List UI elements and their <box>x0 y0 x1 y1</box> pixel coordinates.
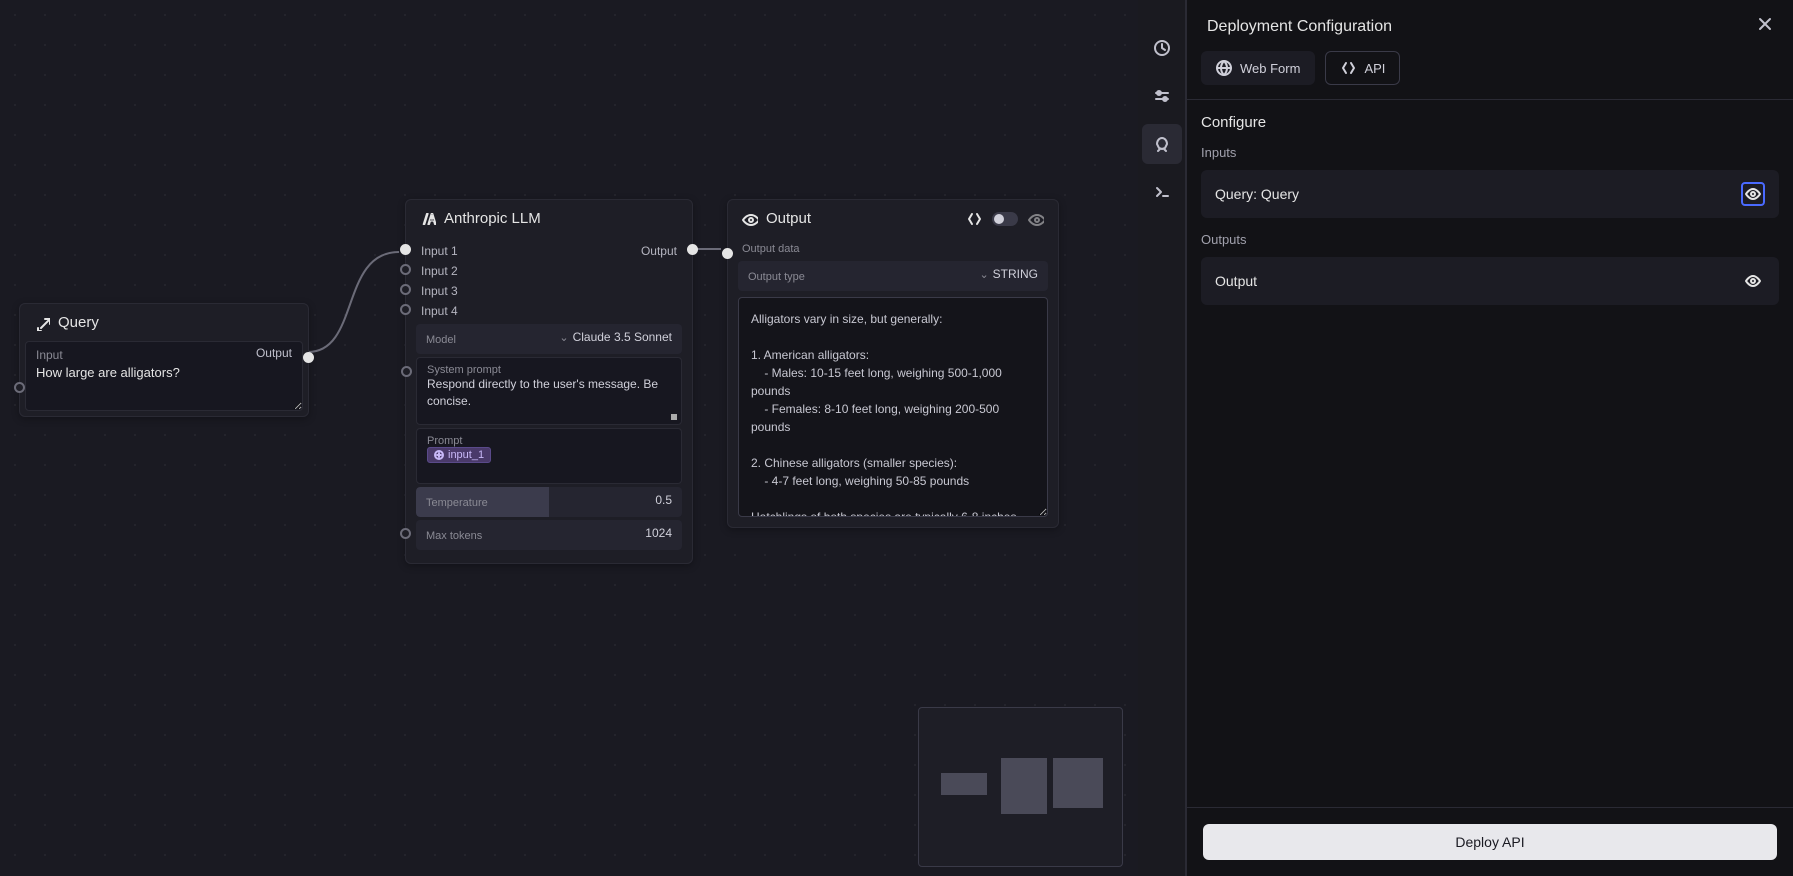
llm-node[interactable]: Anthropic LLM Input 1 Output Input 2 Inpu… <box>405 199 693 564</box>
query-output-port[interactable] <box>303 352 314 363</box>
query-title: Query <box>58 314 99 331</box>
history-button[interactable] <box>1142 28 1182 68</box>
close-icon <box>1757 16 1773 32</box>
temperature-slider[interactable]: Temperature 0.5 <box>416 487 682 517</box>
input-value: How large are alligators? <box>36 365 292 380</box>
model-label: Model <box>426 334 456 346</box>
sliders-icon <box>1154 88 1170 104</box>
sysprompt-value: Respond directly to the user's message. … <box>427 376 671 410</box>
outputs-label: Outputs <box>1187 228 1793 257</box>
minimap[interactable] <box>918 707 1123 867</box>
temp-value: 0.5 <box>655 493 672 507</box>
sysprompt-port[interactable] <box>401 366 412 377</box>
out-type-value: STRING <box>979 267 1038 281</box>
output-text[interactable]: Alligators vary in size, but generally: … <box>738 297 1048 517</box>
out-data-label: Output data <box>742 243 1044 255</box>
query-input-port[interactable] <box>14 382 25 393</box>
deploy-api-button[interactable]: Deploy API <box>1203 824 1777 860</box>
terminal-button[interactable] <box>1142 172 1182 212</box>
settings-button[interactable] <box>1142 76 1182 116</box>
sysprompt-label: System prompt <box>427 364 671 376</box>
code-icon <box>1340 60 1356 76</box>
llm-title: Anthropic LLM <box>444 210 541 227</box>
input-2-port[interactable] <box>400 264 411 275</box>
side-toolbar <box>1138 0 1186 876</box>
tab-api[interactable]: API <box>1325 51 1400 85</box>
output-visibility-button[interactable] <box>1741 269 1765 293</box>
system-prompt-field[interactable]: System prompt Respond directly to the us… <box>416 357 682 425</box>
inputs-label: Inputs <box>1187 141 1793 170</box>
panel-title: Deployment Configuration <box>1207 18 1392 36</box>
plus-circle-icon <box>434 450 444 460</box>
eye-icon <box>1745 273 1761 289</box>
input-4-port[interactable] <box>400 304 411 315</box>
config-input-text: Query: Query <box>1215 186 1299 202</box>
terminal-icon <box>1154 184 1170 200</box>
rocket-icon <box>1154 136 1170 152</box>
model-value: Claude 3.5 Sonnet <box>559 330 672 344</box>
eye-icon <box>742 211 758 227</box>
llm-output-port[interactable] <box>687 244 698 255</box>
input-4-label: Input 4 <box>421 304 458 318</box>
prompt-label: Prompt <box>427 435 671 447</box>
globe-icon <box>1216 60 1232 76</box>
input-3-port[interactable] <box>400 284 411 295</box>
maxtok-label: Max tokens <box>426 530 482 542</box>
configure-heading: Configure <box>1187 100 1793 141</box>
input-label: Input <box>36 348 292 362</box>
output-node[interactable]: Output Output data Output type STRING Al… <box>727 199 1059 528</box>
input-1-label: Input 1 <box>421 244 458 258</box>
tab-web-form[interactable]: Web Form <box>1201 51 1315 85</box>
input-3-label: Input 3 <box>421 284 458 298</box>
maxtok-port[interactable] <box>400 528 411 539</box>
max-tokens-field[interactable]: Max tokens 1024 <box>416 520 682 550</box>
prompt-field[interactable]: Prompt input_1 <box>416 428 682 484</box>
temp-label: Temperature <box>426 497 488 509</box>
config-output-text: Output <box>1215 273 1257 289</box>
llm-output-label: Output <box>641 244 677 258</box>
config-output-row[interactable]: Output <box>1201 257 1779 305</box>
eye-icon <box>1745 186 1761 202</box>
output-type-select[interactable]: Output type STRING <box>738 261 1048 291</box>
code-icon[interactable] <box>966 211 982 227</box>
model-select[interactable]: Model Claude 3.5 Sonnet <box>416 324 682 354</box>
output-label: Output <box>256 346 292 360</box>
clock-icon <box>1154 40 1170 56</box>
anthropic-icon <box>420 211 436 227</box>
resize-handle[interactable] <box>671 414 677 420</box>
out-type-label: Output type <box>748 271 805 283</box>
eye-off-icon[interactable] <box>1028 211 1044 227</box>
output-toggle[interactable] <box>992 212 1018 226</box>
output-input-port[interactable] <box>722 248 733 259</box>
deploy-button[interactable] <box>1142 124 1182 164</box>
prompt-pill[interactable]: input_1 <box>427 447 491 463</box>
maxtok-value: 1024 <box>645 526 672 540</box>
input-visibility-button[interactable] <box>1741 182 1765 206</box>
config-input-row[interactable]: Query: Query <box>1201 170 1779 218</box>
edit-icon <box>34 315 50 331</box>
input-1-port[interactable] <box>400 244 411 255</box>
close-button[interactable] <box>1757 16 1773 37</box>
deployment-panel: Deployment Configuration Web Form API Co… <box>1186 0 1793 876</box>
output-title: Output <box>766 210 811 227</box>
query-node[interactable]: Query Output Input How large are alligat… <box>19 303 309 417</box>
input-2-label: Input 2 <box>421 264 458 278</box>
